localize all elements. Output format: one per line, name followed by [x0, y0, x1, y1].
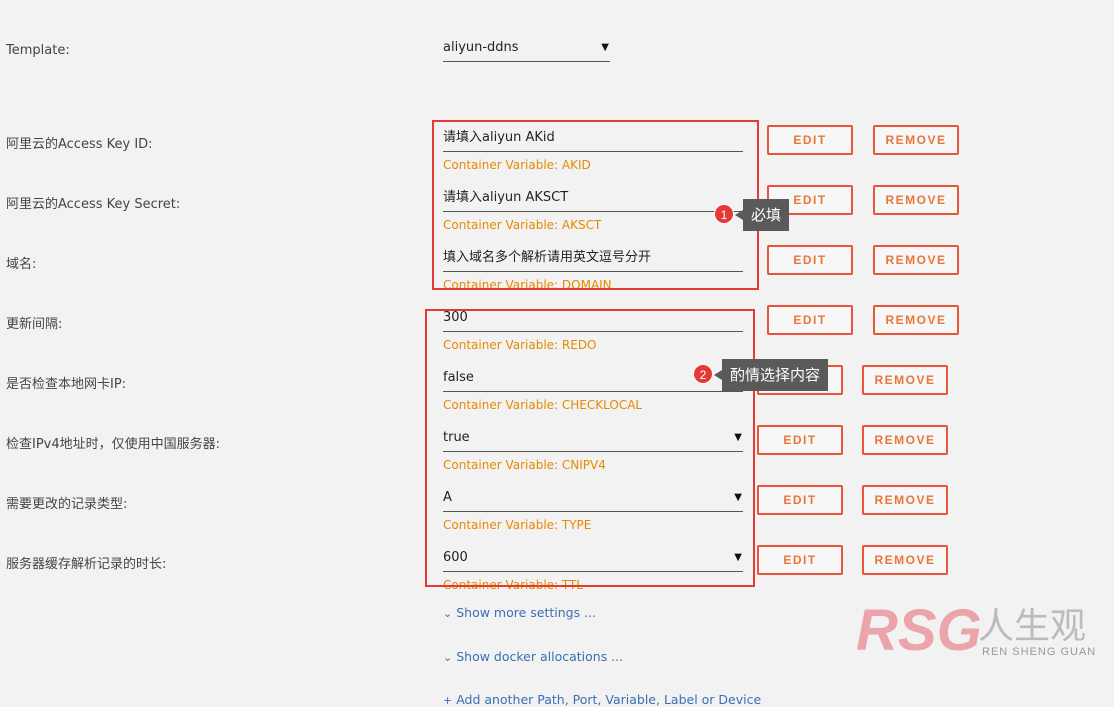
field-label: 域名:: [6, 257, 37, 272]
template-label: Template:: [6, 43, 70, 58]
show-more-settings-label: Show more settings ...: [456, 605, 597, 620]
field-label: 是否检查本地网卡IP:: [6, 377, 127, 392]
callout-badge-1: 1: [714, 204, 734, 224]
chevron-down-icon: ⌄: [443, 607, 453, 620]
remove-button[interactable]: REMOVE: [862, 365, 948, 395]
watermark-logo-text: RSG: [856, 598, 982, 662]
edit-button[interactable]: EDIT: [767, 125, 853, 155]
field-label: 更新间隔:: [6, 317, 63, 332]
optional-highlight-box: [425, 309, 755, 587]
field-label: 阿里云的Access Key ID:: [6, 137, 153, 152]
show-docker-allocations-label: Show docker allocations ...: [456, 649, 624, 664]
template-select[interactable]: aliyun-ddns ▼: [443, 38, 610, 62]
field-label: 检查IPv4地址时，仅使用中国服务器:: [6, 437, 221, 452]
remove-button[interactable]: REMOVE: [873, 125, 959, 155]
add-another-label: Add another Path, Port, Variable, Label …: [456, 692, 762, 707]
callout-badge-2: 2: [693, 364, 713, 384]
callout-tip-2: 酌情选择内容: [713, 359, 829, 391]
template-value: aliyun-ddns: [443, 40, 519, 55]
chevron-down-icon: ▼: [601, 42, 609, 53]
required-highlight-box: [432, 120, 759, 290]
show-more-settings-link[interactable]: ⌄ Show more settings ...: [443, 605, 596, 620]
remove-button[interactable]: REMOVE: [873, 185, 959, 215]
remove-button[interactable]: REMOVE: [873, 305, 959, 335]
watermark-en-text: REN SHENG GUAN: [982, 646, 1096, 658]
edit-button[interactable]: EDIT: [767, 305, 853, 335]
edit-button[interactable]: EDIT: [757, 545, 843, 575]
watermark-logo: RSG 人生观 REN SHENG GUAN: [856, 598, 1112, 663]
callout-tip-1: 必填: [734, 199, 790, 231]
field-label: 服务器缓存解析记录的时长:: [6, 557, 167, 572]
chevron-down-icon: ⌄: [443, 651, 453, 664]
add-another-link[interactable]: + Add another Path, Port, Variable, Label…: [443, 692, 761, 707]
edit-button[interactable]: EDIT: [757, 425, 843, 455]
edit-button[interactable]: EDIT: [757, 485, 843, 515]
show-docker-allocations-link[interactable]: ⌄ Show docker allocations ...: [443, 649, 623, 664]
watermark-cn-text: 人生观: [978, 606, 1086, 647]
field-label: 阿里云的Access Key Secret:: [6, 197, 181, 212]
remove-button[interactable]: REMOVE: [873, 245, 959, 275]
remove-button[interactable]: REMOVE: [862, 425, 948, 455]
remove-button[interactable]: REMOVE: [862, 485, 948, 515]
remove-button[interactable]: REMOVE: [862, 545, 948, 575]
field-label: 需要更改的记录类型:: [6, 497, 128, 512]
edit-button[interactable]: EDIT: [767, 245, 853, 275]
